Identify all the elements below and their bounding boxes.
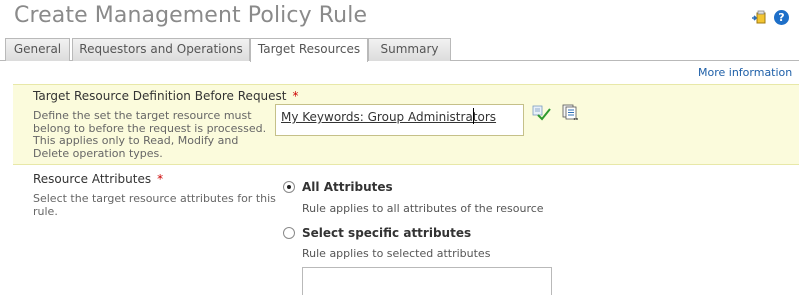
help-icon[interactable]: ? xyxy=(774,10,789,25)
all-attributes-description: Rule applies to all attributes of the re… xyxy=(302,202,544,215)
specific-attributes-description: Rule applies to selected attributes xyxy=(302,247,491,260)
attribute-list-box[interactable] xyxy=(302,267,552,295)
text-caret xyxy=(473,108,474,124)
more-information-link[interactable]: More information xyxy=(698,66,792,79)
description-line: Define the set the target resource must xyxy=(33,109,252,122)
resource-attributes-description: Select the target resource attributes fo… xyxy=(33,192,276,218)
checkmark-icon[interactable] xyxy=(532,104,552,122)
description-line: Select the target resource attributes fo… xyxy=(33,192,276,205)
description-line: Delete operation types. xyxy=(33,146,163,160)
description-line: This applies only to Read, Modify and xyxy=(33,134,239,147)
title-bar: Create Management Policy Rule xyxy=(0,0,799,36)
browse-icon[interactable] xyxy=(562,104,580,122)
page-title: Create Management Policy Rule xyxy=(14,3,368,28)
tab-requestors-and-operations[interactable]: Requestors and Operations xyxy=(72,38,250,61)
all-attributes-label[interactable]: All Attributes xyxy=(302,180,393,194)
pin-icon[interactable] xyxy=(751,10,767,26)
description-line: rule. xyxy=(33,204,58,218)
resource-attributes-label-text: Resource Attributes xyxy=(33,172,152,186)
target-before-value[interactable]: My Keywords: Group Administrators xyxy=(281,110,496,124)
specific-attributes-label[interactable]: Select specific attributes xyxy=(302,226,471,240)
tab-general[interactable]: General xyxy=(5,38,70,61)
required-marker: * xyxy=(157,172,164,186)
required-marker: * xyxy=(292,89,299,103)
tab-summary[interactable]: Summary xyxy=(368,38,451,61)
target-before-label: Target Resource Definition Before Reques… xyxy=(33,89,299,103)
target-before-description: Define the set the target resource must … xyxy=(33,109,266,160)
tab-target-resources[interactable]: Target Resources xyxy=(250,38,368,62)
resource-attributes-label: Resource Attributes * xyxy=(33,172,163,186)
all-attributes-radio[interactable] xyxy=(283,181,295,193)
target-before-label-text: Target Resource Definition Before Reques… xyxy=(33,89,287,103)
specific-attributes-radio[interactable] xyxy=(283,227,295,239)
